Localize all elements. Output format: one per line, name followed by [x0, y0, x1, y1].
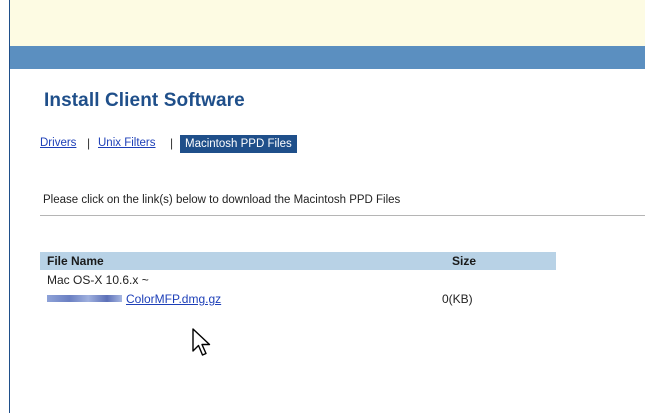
page-title: Install Client Software — [44, 90, 245, 111]
table-header: File Name Size — [40, 252, 556, 270]
file-name-text: ColorMFP.dmg.gz — [126, 292, 222, 306]
file-size: 0(KB) — [442, 292, 473, 306]
table-row: ColorMFP.dmg.gz 0(KB) — [40, 288, 556, 308]
divider — [40, 215, 645, 216]
tab-separator: | — [87, 136, 91, 150]
column-header-file-name: File Name — [47, 254, 104, 268]
file-download-link[interactable]: ColorMFP.dmg.gz — [47, 292, 221, 306]
tab-macintosh-ppd-files[interactable]: Macintosh PPD Files — [180, 135, 297, 153]
arrow-cursor-icon — [192, 328, 211, 356]
os-group-label: Mac OS-X 10.6.x ~ — [47, 273, 149, 287]
top-banner — [10, 0, 645, 46]
header-bar — [10, 46, 645, 69]
os-group-row: Mac OS-X 10.6.x ~ — [40, 270, 556, 288]
tab-separator: | — [170, 136, 174, 150]
tab-drivers[interactable]: Drivers — [40, 137, 76, 149]
instruction-text: Please click on the link(s) below to dow… — [43, 194, 401, 206]
column-header-size: Size — [452, 254, 477, 268]
redacted-filename-prefix — [47, 295, 122, 302]
file-table: File Name Size Mac OS-X 10.6.x ~ ColorMF… — [40, 252, 556, 308]
tab-unix-filters[interactable]: Unix Filters — [98, 137, 156, 149]
